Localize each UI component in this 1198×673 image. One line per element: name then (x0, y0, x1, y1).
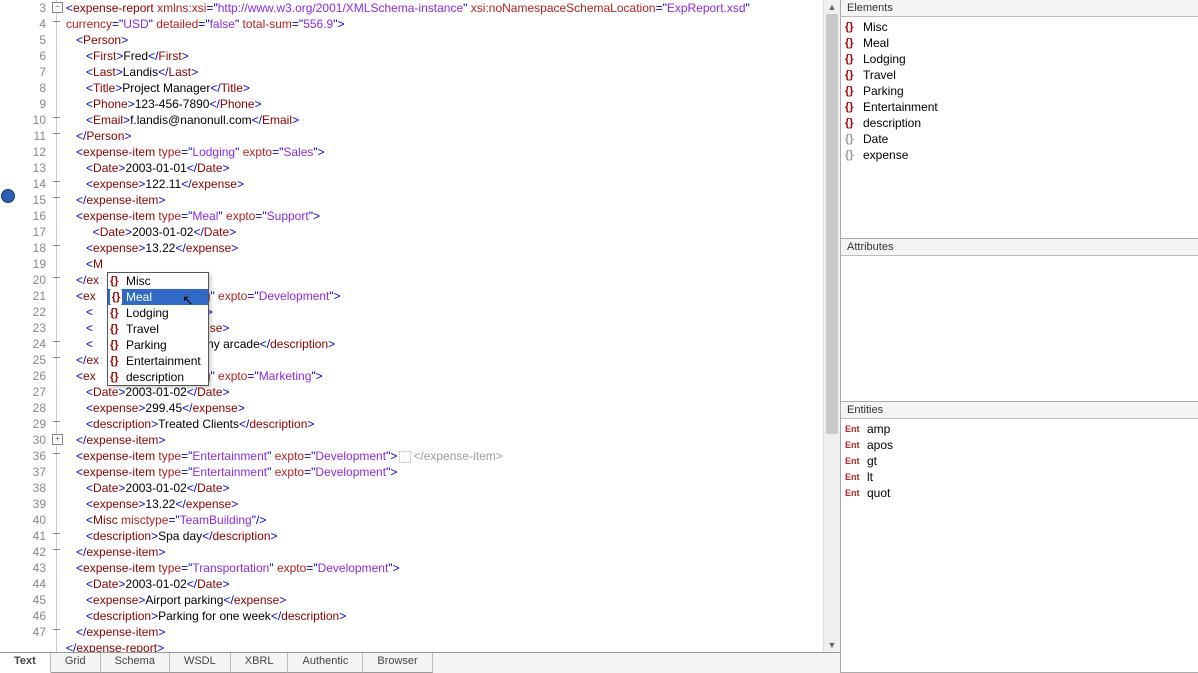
autocomplete-item[interactable]: {}Entertainment (108, 353, 208, 369)
view-tab-schema[interactable]: Schema (101, 653, 170, 673)
element-icon: {} (845, 37, 857, 49)
side-pane: Elements {}Misc{}Meal{}Lodging{}Travel{}… (841, 0, 1198, 673)
view-tab-xbrl[interactable]: XBRL (231, 653, 289, 673)
element-item[interactable]: {}Misc (845, 19, 1194, 35)
scroll-down-icon[interactable]: ▼ (824, 638, 840, 652)
autocomplete-item[interactable]: {}Travel (108, 321, 208, 337)
line-number-gutter: 3456789101112131415161718192021222324252… (16, 0, 50, 652)
attributes-panel-header: Attributes (841, 239, 1198, 256)
autocomplete-item[interactable]: {}description (108, 369, 208, 385)
breakpoint-marker[interactable] (1, 189, 15, 203)
view-tab-text[interactable]: Text (0, 653, 51, 673)
element-item[interactable]: {}Meal (845, 35, 1194, 51)
scroll-up-icon[interactable]: ▲ (824, 0, 840, 14)
view-tab-authentic[interactable]: Authentic (288, 653, 363, 673)
attributes-panel[interactable] (841, 256, 1198, 401)
entity-item[interactable]: Entapos (845, 437, 1194, 453)
mouse-cursor: ↖ (182, 292, 194, 309)
code-editor[interactable]: 3456789101112131415161718192021222324252… (0, 0, 840, 652)
fold-toggle[interactable]: + (52, 434, 63, 445)
elements-panel[interactable]: {}Misc{}Meal{}Lodging{}Travel{}Parking{}… (841, 17, 1198, 238)
breakpoint-gutter[interactable] (0, 0, 16, 652)
element-icon: {} (845, 85, 857, 97)
element-item[interactable]: {}Lodging (845, 51, 1194, 67)
view-tabs: TextGridSchemaWSDLXBRLAuthenticBrowser (0, 652, 840, 673)
entity-icon: Ent (845, 488, 861, 498)
fold-gutter[interactable]: − + (50, 0, 66, 652)
element-item[interactable]: {}Entertainment (845, 99, 1194, 115)
entities-panel-header: Entities (841, 402, 1198, 419)
view-tab-browser[interactable]: Browser (363, 653, 432, 673)
elements-panel-header: Elements (841, 0, 1198, 17)
entity-icon: Ent (845, 472, 861, 482)
element-item[interactable]: {}Date (845, 131, 1194, 147)
element-icon: {} (845, 149, 857, 161)
entity-item[interactable]: Entgt (845, 453, 1194, 469)
view-tab-wsdl[interactable]: WSDL (170, 653, 231, 673)
autocomplete-item[interactable]: {}Parking (108, 337, 208, 353)
autocomplete-popup[interactable]: {}Misc{}Meal{}Lodging{}Travel{}Parking{}… (107, 272, 209, 386)
element-icon: {} (845, 53, 857, 65)
element-item[interactable]: {}Parking (845, 83, 1194, 99)
entities-panel[interactable]: EntampEntaposEntgtEntltEntquot (841, 419, 1198, 672)
editor-pane: 3456789101112131415161718192021222324252… (0, 0, 841, 673)
element-item[interactable]: {}expense (845, 147, 1194, 163)
element-item[interactable]: {}description (845, 115, 1194, 131)
element-icon: {} (845, 117, 857, 129)
element-icon: {} (845, 21, 857, 33)
autocomplete-item[interactable]: {}Misc (108, 273, 208, 289)
element-icon: {} (845, 133, 857, 145)
vertical-scrollbar[interactable]: ▲ ▼ (823, 0, 840, 652)
entity-item[interactable]: Entquot (845, 485, 1194, 501)
fold-toggle[interactable]: − (52, 2, 63, 13)
scrollbar-thumb[interactable] (826, 14, 838, 434)
view-tab-grid[interactable]: Grid (51, 653, 101, 673)
entity-icon: Ent (845, 424, 861, 434)
entity-item[interactable]: Entlt (845, 469, 1194, 485)
entity-item[interactable]: Entamp (845, 421, 1194, 437)
element-item[interactable]: {}Travel (845, 67, 1194, 83)
entity-icon: Ent (845, 440, 861, 450)
element-icon: {} (845, 69, 857, 81)
element-icon: {} (845, 101, 857, 113)
entity-icon: Ent (845, 456, 861, 466)
